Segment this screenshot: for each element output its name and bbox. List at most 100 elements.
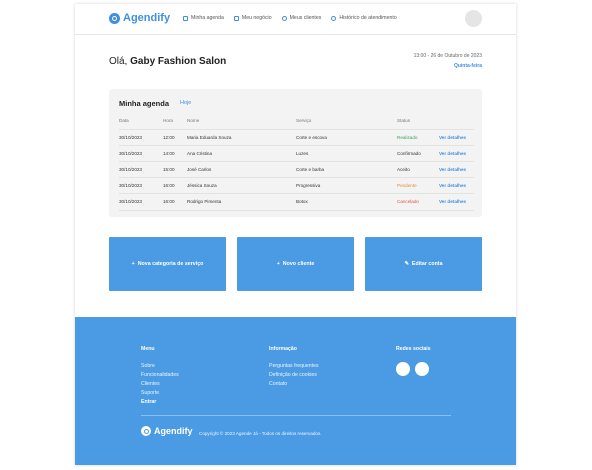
cell-data: 30/10/2023 [119, 151, 142, 156]
social-icons [396, 362, 434, 376]
history-icon [331, 15, 337, 21]
cell-nome: Ana Cristina [187, 151, 213, 156]
copyright: Copyright © 2023 Agende Já - Todos os di… [199, 431, 322, 436]
footer-social-title: Redes sociais [396, 346, 431, 352]
column-header: Hora [163, 118, 173, 123]
edit-account-button[interactable]: ✎ Editar conta [365, 237, 482, 291]
nav-item-meus-clientes[interactable]: Meus clientes [281, 15, 322, 21]
cell-hora: 16:00 [163, 183, 175, 188]
pencil-icon: ✎ [404, 261, 409, 267]
new-service-category-button[interactable]: + Nova categoria de serviço [109, 237, 226, 291]
footer-link[interactable]: Sobre [141, 362, 179, 371]
cell-data: 30/10/2023 [119, 135, 142, 140]
footer: Menu Sobre Funcionalidades Clientes Supo… [75, 317, 516, 465]
footer-menu-title: Menu [141, 346, 155, 352]
business-name: Gaby Fashion Salon [130, 56, 227, 67]
page: Agendify Minha agenda Meu negócio Meus c… [75, 4, 516, 465]
cell-nome: Rodrigo Pimenta [187, 199, 222, 204]
current-datetime: 13:00 - 26 de Outubro de 2023 [413, 53, 482, 59]
footer-divider [141, 415, 451, 416]
details-link[interactable]: Ver detalhes [439, 199, 466, 204]
plus-icon: + [276, 261, 280, 267]
nav-item-label: Meu negócio [241, 15, 272, 21]
footer-link[interactable]: Clientes [141, 380, 179, 389]
footer-info: Informação Perguntas frequentes Definiçã… [269, 346, 319, 389]
column-header: Nome [187, 118, 200, 123]
details-link[interactable]: Ver detalhes [439, 135, 466, 140]
cell-servico: Corte e barba [296, 167, 325, 172]
greeting-prefix: Olá, [109, 56, 128, 67]
details-link[interactable]: Ver detalhes [439, 151, 466, 156]
agenda-table-header: Data Hora Nome Serviço Status [119, 117, 474, 127]
plus-icon: + [131, 261, 135, 267]
agenda-title: Minha agenda [119, 99, 170, 108]
social-icon[interactable] [396, 362, 410, 376]
current-weekday: Quinta-feira [453, 63, 482, 69]
user-avatar[interactable] [465, 10, 482, 27]
cell-nome: José Carlos [187, 167, 212, 172]
logo-icon [109, 12, 120, 24]
social-icon[interactable] [415, 362, 429, 376]
nav-item-minha-agenda[interactable]: Minha agenda [183, 15, 224, 21]
agenda-card: Minha agenda Hoje Data Hora Nome Serviço… [109, 89, 482, 217]
cell-hora: 14:00 [163, 151, 175, 156]
footer-logo[interactable]: Agendify [141, 426, 193, 436]
new-client-button[interactable]: + Novo cliente [237, 237, 354, 291]
details-link[interactable]: Ver detalhes [439, 183, 466, 188]
cell-data: 30/10/2023 [119, 199, 142, 204]
cell-hora: 15:00 [163, 167, 175, 172]
button-label: Novo cliente [282, 261, 315, 267]
greeting: Olá, Gaby Fashion Salon [109, 56, 226, 67]
agenda-today-link[interactable]: Hoje [180, 100, 191, 106]
nav-item-label: Minha agenda [191, 15, 224, 21]
cell-status: Pendente [397, 183, 417, 188]
nav-item-historico[interactable]: Histórico de atendimento [331, 15, 397, 21]
main-nav: Minha agenda Meu negócio Meus clientes H… [183, 15, 407, 21]
calendar-icon [183, 15, 188, 21]
cell-status: Aceito [397, 167, 410, 172]
logo[interactable]: Agendify [109, 12, 170, 24]
table-row: 30/10/2023 16:00 Rodrigo Pimenta Botox C… [119, 193, 474, 211]
cell-nome: Jéssica Souza [187, 183, 217, 188]
cell-servico: Luzes [296, 151, 309, 156]
cell-servico: Progressiva [296, 183, 321, 188]
footer-menu: Menu Sobre Funcionalidades Clientes Supo… [141, 346, 179, 407]
top-navbar: Agendify Minha agenda Meu negócio Meus c… [75, 4, 516, 35]
cell-status: Confirmado [397, 151, 421, 156]
nav-item-label: Meus clientes [289, 15, 322, 21]
cell-servico: Corte e escova [296, 135, 327, 140]
logo-text: Agendify [123, 12, 171, 24]
cell-hora: 16:00 [163, 199, 175, 204]
footer-link[interactable]: Definição de cookies [269, 371, 319, 380]
cell-nome: Maria Eduarda Souza [187, 135, 232, 140]
nav-item-label: Histórico de atendimento [339, 15, 397, 21]
cell-data: 30/10/2023 [119, 167, 142, 172]
footer-logo-text: Agendify [154, 426, 193, 436]
button-label: Nova categoria de serviço [137, 261, 204, 267]
table-row: 30/10/2023 16:00 Jéssica Souza Progressi… [119, 177, 474, 194]
cell-data: 30/10/2023 [119, 183, 142, 188]
details-link[interactable]: Ver detalhes [439, 167, 466, 172]
cell-status: Realizado [397, 135, 418, 140]
footer-info-title: Informação [269, 346, 297, 352]
cell-hora: 12:00 [163, 135, 175, 140]
button-label: Editar conta [411, 261, 443, 267]
column-header: Data [119, 118, 129, 123]
table-row: 30/10/2023 15:00 José Carlos Corte e bar… [119, 161, 474, 178]
table-row: 30/10/2023 14:00 Ana Cristina Luzes Conf… [119, 145, 474, 162]
nav-item-meu-negocio[interactable]: Meu negócio [233, 15, 272, 21]
footer-link[interactable]: Perguntas frequentes [269, 362, 319, 371]
footer-link[interactable]: Funcionalidades [141, 371, 179, 380]
cell-status: Cancelado [397, 199, 419, 204]
store-icon [233, 15, 239, 21]
footer-login-link[interactable]: Entrar [141, 398, 179, 407]
column-header: Serviço [296, 118, 312, 123]
footer-social: Redes sociais [396, 346, 434, 376]
footer-link[interactable]: Contato [269, 380, 319, 389]
table-row: 30/10/2023 12:00 Maria Eduarda Souza Cor… [119, 129, 474, 146]
footer-link[interactable]: Suporte [141, 389, 179, 398]
column-header: Status [397, 118, 411, 123]
logo-icon [141, 426, 151, 436]
cell-servico: Botox [296, 199, 308, 204]
users-icon [281, 15, 287, 21]
